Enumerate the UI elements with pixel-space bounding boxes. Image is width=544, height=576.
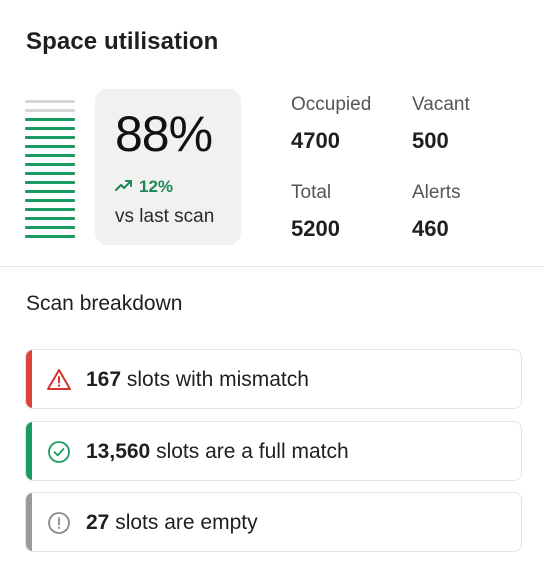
gauge-bar-filled bbox=[25, 127, 75, 130]
gauge-bar-filled bbox=[25, 217, 75, 220]
gauge-bar-filled bbox=[25, 154, 75, 157]
breakdown-row-empty[interactable]: 27 slots are empty bbox=[25, 492, 522, 552]
utilisation-percent: 88% bbox=[115, 106, 213, 162]
stat-value: 460 bbox=[412, 216, 449, 241]
gauge-bar-empty bbox=[25, 100, 75, 103]
space-utilisation-card: Space utilisation 88% 12% vs last scan O… bbox=[0, 0, 544, 576]
row-accent bbox=[26, 422, 32, 480]
row-text: 27 slots are empty bbox=[86, 511, 258, 535]
row-text: 13,560 slots are a full match bbox=[86, 440, 349, 464]
breakdown-title: Scan breakdown bbox=[26, 292, 183, 315]
card-title: Space utilisation bbox=[26, 28, 219, 55]
row-description: slots with mismatch bbox=[126, 368, 309, 391]
stat-vacant: Vacant 500 bbox=[412, 94, 470, 154]
utilisation-gauge bbox=[25, 100, 75, 240]
stat-value: 4700 bbox=[291, 128, 340, 153]
stat-label: Alerts bbox=[412, 182, 461, 203]
gauge-bar-filled bbox=[25, 172, 75, 175]
gauge-bar-filled bbox=[25, 226, 75, 229]
gauge-bar-filled bbox=[25, 235, 75, 238]
gauge-bar-filled bbox=[25, 136, 75, 139]
warning-triangle-icon bbox=[46, 367, 72, 393]
stat-label: Total bbox=[291, 182, 332, 203]
row-count: 167 bbox=[86, 368, 122, 391]
stat-label: Vacant bbox=[412, 94, 470, 115]
row-count: 13,560 bbox=[86, 440, 151, 463]
delta-indicator: 12% bbox=[115, 177, 173, 197]
gauge-bar-filled bbox=[25, 145, 75, 148]
utilisation-kpi: 88% 12% vs last scan bbox=[95, 89, 241, 245]
gauge-bar-filled bbox=[25, 199, 75, 202]
gauge-bar-filled bbox=[25, 190, 75, 193]
gauge-bar-filled bbox=[25, 118, 75, 121]
delta-value: 12% bbox=[139, 177, 174, 196]
gauge-bar-filled bbox=[25, 163, 75, 166]
stat-value: 500 bbox=[412, 128, 449, 153]
gauge-bar-empty bbox=[25, 109, 75, 112]
breakdown-row-mismatch[interactable]: 167 slots with mismatch bbox=[25, 349, 522, 409]
stat-alerts: Alerts 460 bbox=[412, 182, 461, 242]
check-circle-icon bbox=[46, 439, 72, 465]
stat-value: 5200 bbox=[291, 216, 340, 241]
row-text: 167 slots with mismatch bbox=[86, 368, 309, 392]
row-accent bbox=[26, 350, 32, 408]
gauge-bar-filled bbox=[25, 208, 75, 211]
stat-occupied: Occupied 4700 bbox=[291, 94, 371, 154]
section-divider bbox=[0, 266, 544, 267]
info-circle-icon bbox=[46, 510, 72, 536]
trending-up-icon bbox=[115, 177, 133, 197]
row-description: slots are a full match bbox=[156, 440, 349, 463]
breakdown-row-full-match[interactable]: 13,560 slots are a full match bbox=[25, 421, 522, 481]
row-count: 27 bbox=[86, 511, 110, 534]
stat-label: Occupied bbox=[291, 94, 372, 115]
row-accent bbox=[26, 493, 32, 551]
stat-total: Total 5200 bbox=[291, 182, 340, 242]
gauge-bar-filled bbox=[25, 181, 75, 184]
delta-caption: vs last scan bbox=[115, 206, 215, 227]
row-description: slots are empty bbox=[115, 511, 258, 534]
